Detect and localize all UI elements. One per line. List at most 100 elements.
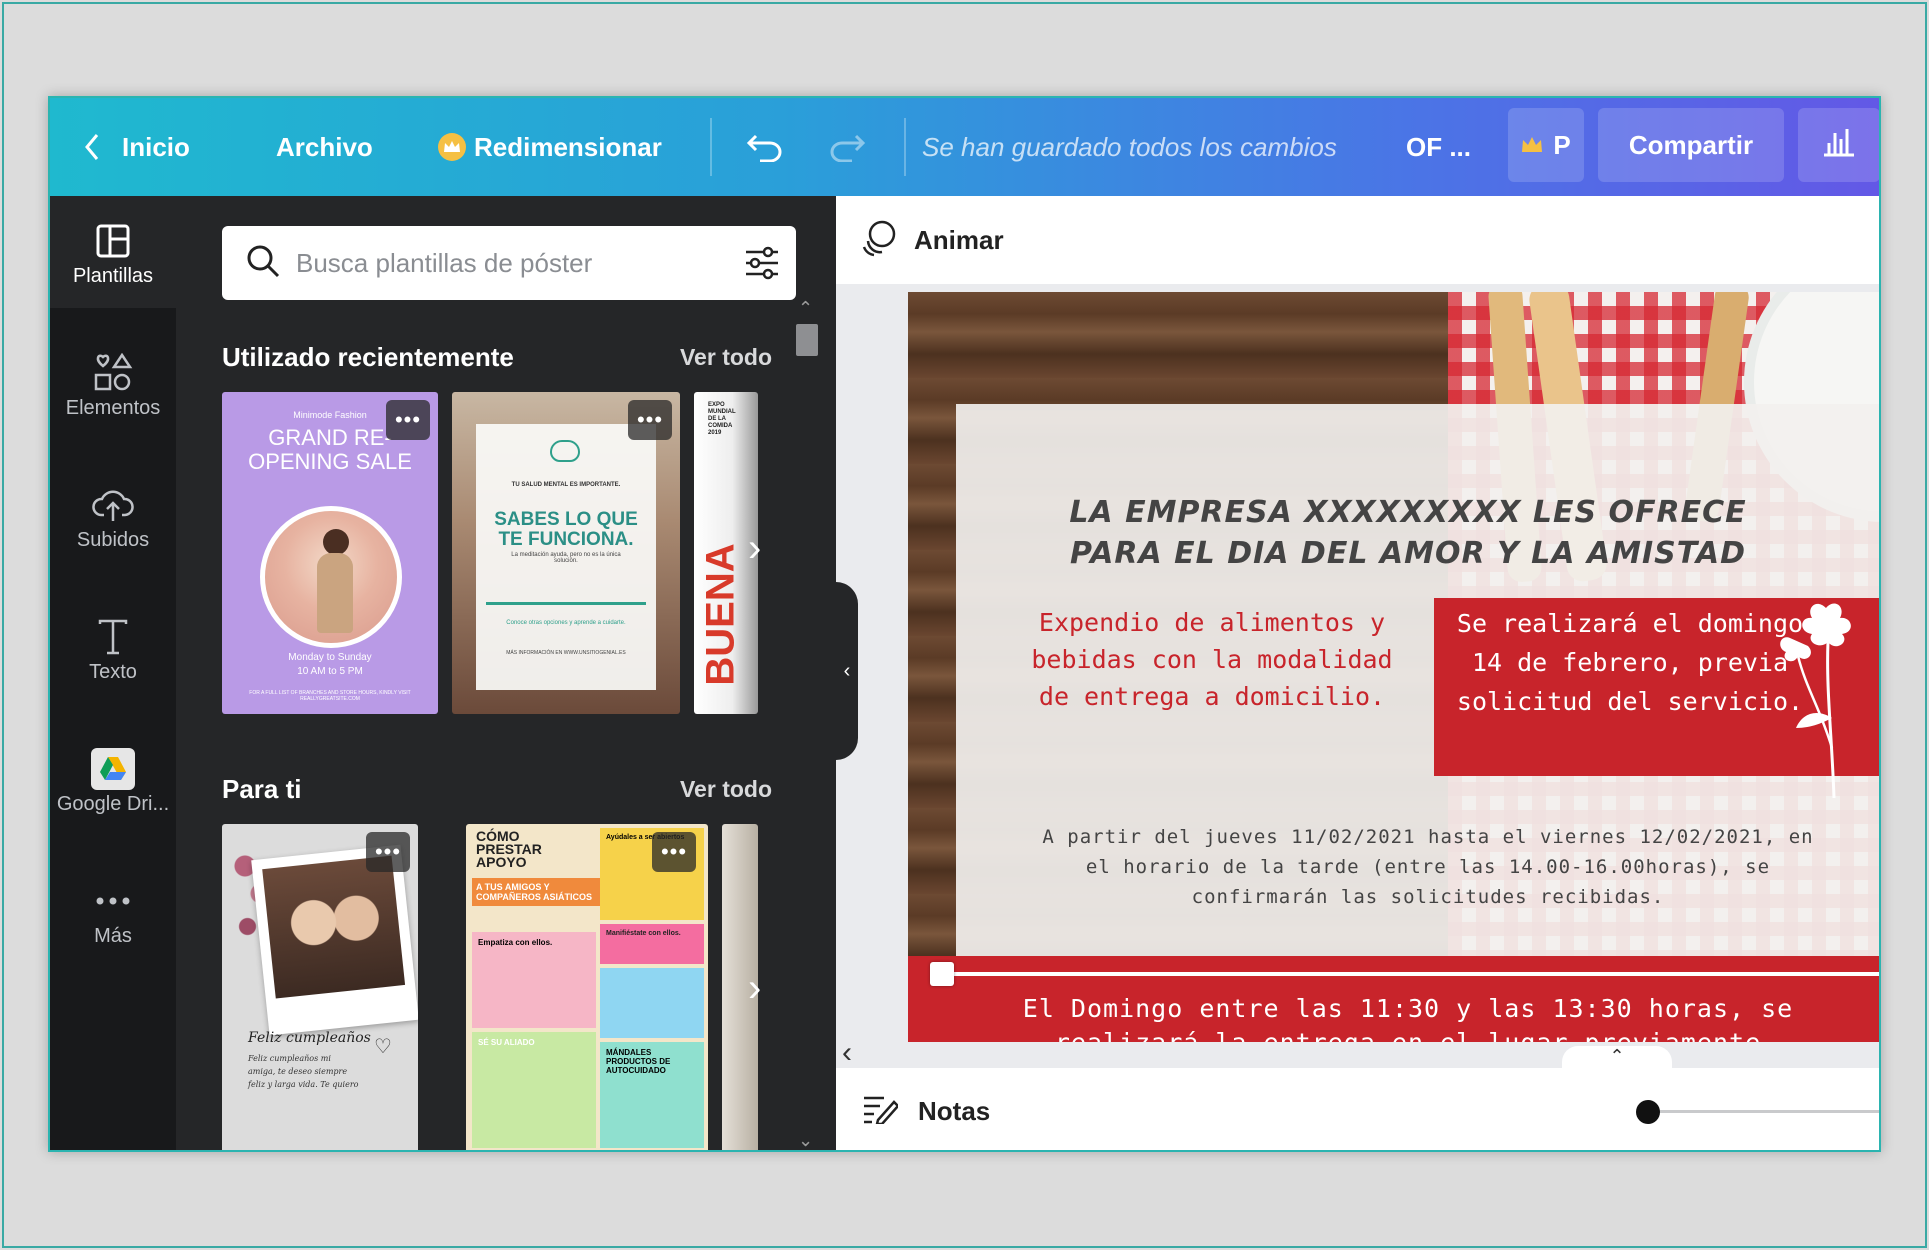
search-input[interactable]: Busca plantillas de póster <box>296 248 592 279</box>
red-box-text[interactable]: Se realizará el domingo 14 de febrero, p… <box>1440 604 1820 721</box>
resize-handle[interactable] <box>930 962 954 986</box>
template-thumbnail[interactable]: Feliz cumpleaños Feliz cumpleaños mi ami… <box>222 824 418 1150</box>
canva-editor-window: Inicio Archivo Redimensionar Se han guar… <box>48 96 1881 1152</box>
heart-icon: ♡ <box>374 1036 392 1058</box>
bar-chart-icon <box>1822 127 1856 164</box>
scroll-left-icon[interactable]: ‹ <box>842 1036 852 1070</box>
undo-button[interactable] <box>746 98 784 196</box>
panel-scrollbar[interactable]: ⌃ ⌃ <box>790 298 824 1150</box>
side-rail: Plantillas Elementos Subidos Texto Googl… <box>50 196 176 1150</box>
notes-icon[interactable] <box>862 1094 900 1129</box>
undo-icon <box>746 132 784 162</box>
template-title: CÓMO PRESTAR APOYO <box>476 828 542 870</box>
scroll-up-icon[interactable]: ⌃ <box>798 298 813 319</box>
content-block <box>600 968 704 1038</box>
template-kicker: EXPO MUNDIAL DE LA COMIDA 2019 <box>708 402 736 436</box>
filter-icon[interactable] <box>744 246 780 285</box>
poster-headline[interactable]: LA EMPRESA XXXXXXXXX LES OFRECE PARA EL … <box>1048 492 1768 574</box>
poster-left-text[interactable]: Expendio de alimentos y bebidas con la m… <box>1026 604 1398 715</box>
photo-frame <box>251 844 418 1036</box>
top-bar: Inicio Archivo Redimensionar Se han guar… <box>50 98 1879 196</box>
resize-button[interactable]: Redimensionar <box>438 98 662 196</box>
for-you-see-all-link[interactable]: Ver todo <box>680 776 772 803</box>
template-footer: FOR A FULL LIST OF BRANCHES AND STORE HO… <box>249 690 411 702</box>
shapes-icon <box>93 349 133 397</box>
save-status: Se han guardado todos los cambios <box>922 131 1337 162</box>
for-you-section-title: Para ti <box>222 774 302 804</box>
template-title: SABES LO QUE TE FUNCIONA. <box>494 509 638 550</box>
content-block: Empatiza con ellos. <box>472 932 596 1028</box>
sidebar-item-text[interactable]: Texto <box>50 592 176 704</box>
zoom-slider-track[interactable] <box>1648 1110 1879 1113</box>
sidebar-item-uploads[interactable]: Subidos <box>50 460 176 572</box>
home-label: Inicio <box>122 131 190 162</box>
sidebar-item-templates[interactable]: Plantillas <box>50 196 176 308</box>
notes-button[interactable]: Notas <box>918 1096 990 1127</box>
poster-paragraph[interactable]: A partir del jueves 11/02/2021 hasta el … <box>1038 822 1818 912</box>
chevron-right-icon[interactable]: › <box>748 526 761 571</box>
chevron-left-icon: ‹ <box>843 659 851 682</box>
pro-button[interactable]: P <box>1508 108 1584 182</box>
template-title: Feliz cumpleaños <box>248 1030 371 1046</box>
template-title: BUENA <box>698 543 743 686</box>
more-options-button[interactable]: ••• <box>386 400 430 440</box>
poster-footer-line1[interactable]: El Domingo entre las 11:30 y las 13:30 h… <box>968 994 1848 1023</box>
more-options-button[interactable]: ••• <box>628 400 672 440</box>
recent-section-title: Utilizado recientemente <box>222 342 514 372</box>
template-thumbnail[interactable]: TU SALUD MENTAL ES IMPORTANTE. SABES LO … <box>452 392 680 714</box>
cloud-upload-icon <box>92 481 134 529</box>
content-block: MÁNDALES PRODUCTOS DE AUTOCUIDADO <box>600 1042 704 1148</box>
recent-see-all-link[interactable]: Ver todo <box>680 344 772 371</box>
sidebar-item-elements[interactable]: Elementos <box>50 328 176 440</box>
home-button[interactable]: Inicio <box>84 98 190 196</box>
chevron-right-icon[interactable]: › <box>748 966 761 1011</box>
brain-icon <box>550 440 580 462</box>
layout-icon <box>95 217 131 265</box>
template-subtitle: A TUS AMIGOS Y COMPAÑEROS ASIÁTICOS <box>472 878 600 906</box>
poster-footer-line2[interactable]: realizará la entrega en el lugar previam… <box>968 1028 1848 1042</box>
template-cta: Conoce otras opciones y aprende a cuidar… <box>506 620 626 626</box>
animate-bar: Animar <box>836 196 1879 284</box>
template-body: La meditación ayuda, pero no es la única… <box>511 552 621 564</box>
redo-button[interactable] <box>828 98 866 196</box>
zoom-slider-thumb[interactable] <box>1636 1100 1660 1124</box>
divider <box>904 118 906 176</box>
scroll-thumb[interactable] <box>796 324 818 356</box>
template-body: Feliz cumpleaños mi amiga, te deseo siem… <box>248 1054 359 1089</box>
template-hours: 10 AM to 5 PM <box>297 666 363 677</box>
template-kicker: TU SALUD MENTAL ES IMPORTANTE. <box>511 482 621 488</box>
notes-bar: Notas <box>836 1068 1879 1150</box>
content-block: SÉ SU ALIADO <box>472 1032 596 1148</box>
file-menu-button[interactable]: Archivo <box>276 98 373 196</box>
animate-button[interactable]: Animar <box>914 225 1004 256</box>
sidebar-item-google-drive[interactable]: Google Dri... <box>50 724 176 836</box>
divider <box>486 602 646 605</box>
template-photo <box>260 506 402 648</box>
google-drive-icon <box>91 745 135 793</box>
more-options-button[interactable]: ••• <box>366 832 410 872</box>
divider <box>710 118 712 176</box>
template-thumbnail[interactable]: CÓMO PRESTAR APOYO A TUS AMIGOS Y COMPAÑ… <box>466 824 708 1150</box>
templates-panel: Busca plantillas de póster Utilizado rec… <box>176 196 836 1150</box>
content-block: Manifiéstate con ellos. <box>600 924 704 964</box>
sidebar-item-more[interactable]: Más <box>50 856 176 968</box>
redo-icon <box>828 132 866 162</box>
selection-line <box>936 972 1879 976</box>
scroll-down-icon[interactable]: ⌃ <box>798 1128 813 1149</box>
crown-icon <box>438 133 466 161</box>
crown-icon <box>1521 130 1543 161</box>
more-options-button[interactable]: ••• <box>652 832 696 872</box>
search-icon <box>246 244 280 283</box>
template-thumbnail[interactable]: Minimode Fashion GRAND RE-OPENING SALE M… <box>222 392 438 714</box>
template-date: Monday to Sunday <box>288 652 372 663</box>
collapse-panel-button[interactable]: ‹ <box>836 582 858 760</box>
animate-icon[interactable] <box>860 219 898 262</box>
document-title[interactable]: OF ... <box>1406 98 1471 196</box>
search-box[interactable]: Busca plantillas de póster <box>222 226 796 300</box>
share-button[interactable]: Compartir <box>1598 108 1784 182</box>
chevron-left-icon <box>84 133 100 161</box>
carnation-illustration <box>1776 598 1879 799</box>
design-canvas[interactable]: LA EMPRESA XXXXXXXXX LES OFRECE PARA EL … <box>908 292 1879 1042</box>
insights-button[interactable] <box>1798 108 1879 182</box>
template-footer: MÁS INFORMACIÓN EN WWW.UNSITIOGENIAL.ES <box>506 650 626 656</box>
